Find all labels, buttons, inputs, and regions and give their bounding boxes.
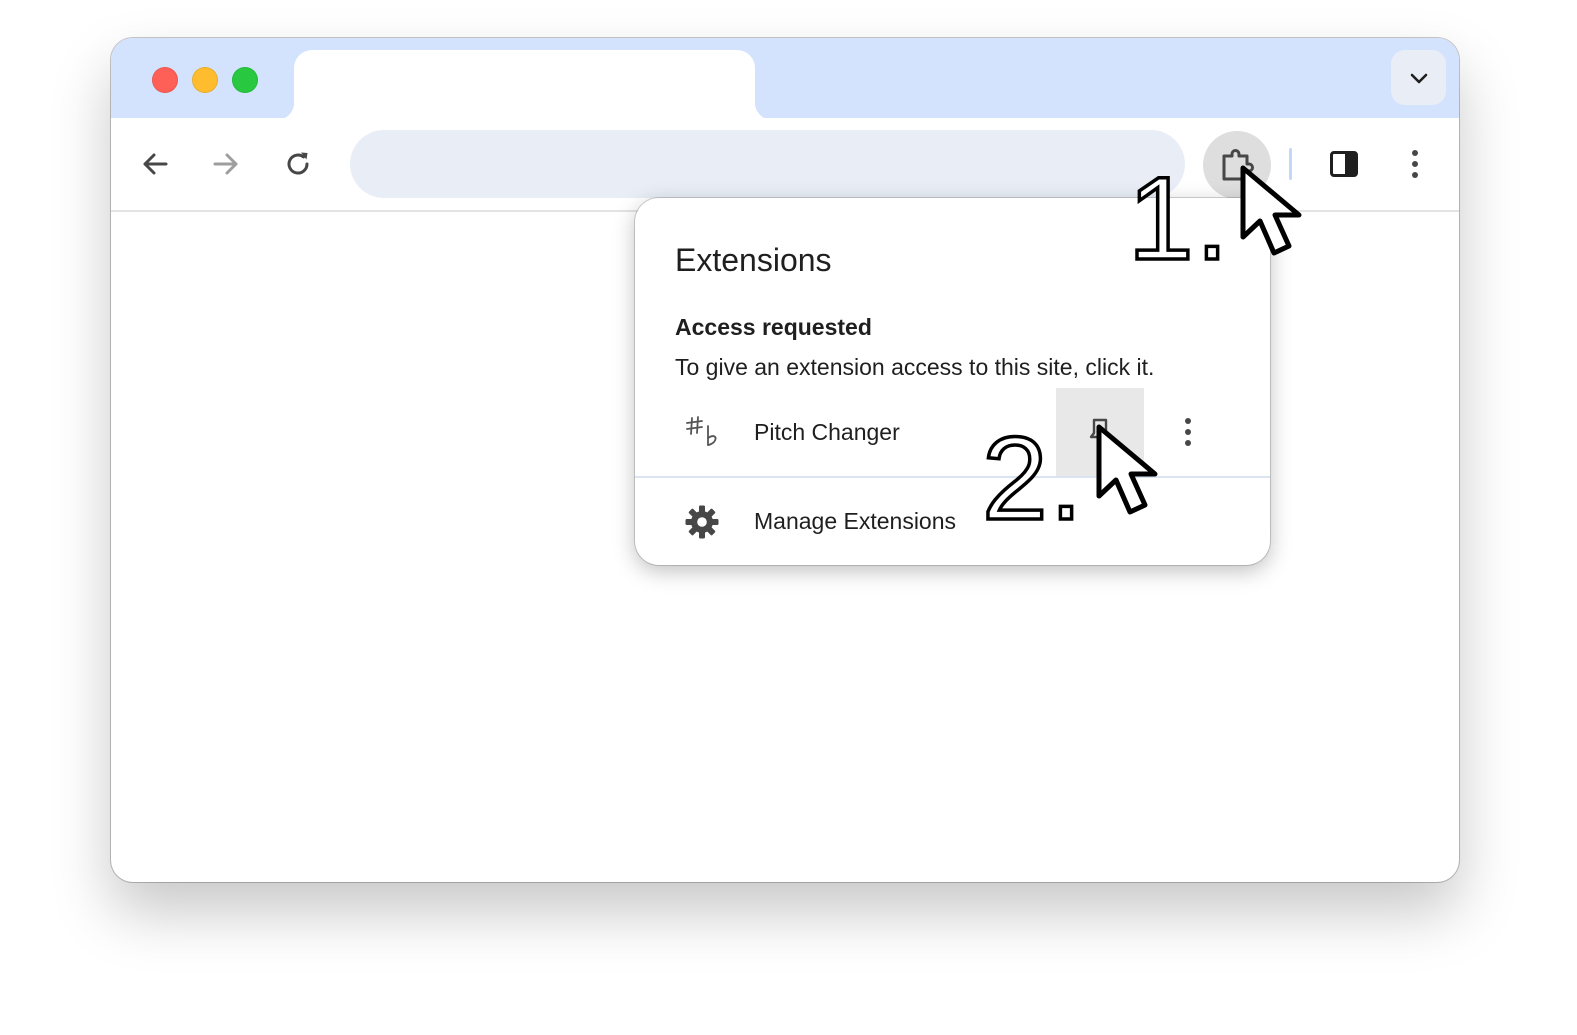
- tab-strip: [111, 38, 1459, 120]
- side-panel-button[interactable]: [1320, 140, 1368, 188]
- side-panel-icon: [1330, 151, 1358, 177]
- three-dots-vertical-icon: [1185, 418, 1191, 446]
- tab-search-button[interactable]: [1391, 50, 1446, 105]
- step-two-annotation: 2.: [980, 413, 1085, 545]
- pointer-cursor-icon: [1096, 424, 1158, 515]
- gear-icon: [685, 505, 719, 539]
- browser-menu-button[interactable]: [1391, 140, 1439, 188]
- minimize-window-button[interactable]: [192, 67, 218, 93]
- zoom-window-button[interactable]: [232, 67, 258, 93]
- chevron-down-icon: [1410, 73, 1427, 83]
- arrow-left-icon: [143, 153, 168, 175]
- active-tab[interactable]: [276, 50, 773, 120]
- sharp-flat-icon: [686, 416, 717, 446]
- manage-extensions-label: Manage Extensions: [754, 508, 957, 534]
- extensions-menu-title: Extensions: [675, 242, 832, 278]
- close-window-button[interactable]: [152, 67, 178, 93]
- step-one-annotation: 1.: [1126, 153, 1231, 285]
- address-bar[interactable]: [350, 130, 1185, 198]
- back-button[interactable]: [131, 140, 179, 188]
- reload-icon: [287, 152, 309, 175]
- access-requested-heading: Access requested: [675, 314, 872, 340]
- access-requested-description: To give an extension access to this site…: [675, 354, 1155, 380]
- screenshot-stage: Extensions Access requested To give an e…: [0, 0, 1577, 1035]
- arrow-right-icon: [213, 153, 238, 175]
- three-dots-vertical-icon: [1412, 150, 1418, 178]
- extension-name: Pitch Changer: [754, 419, 900, 445]
- forward-button[interactable]: [202, 140, 250, 188]
- reload-button[interactable]: [274, 140, 322, 188]
- pointer-cursor-icon: [1240, 165, 1302, 256]
